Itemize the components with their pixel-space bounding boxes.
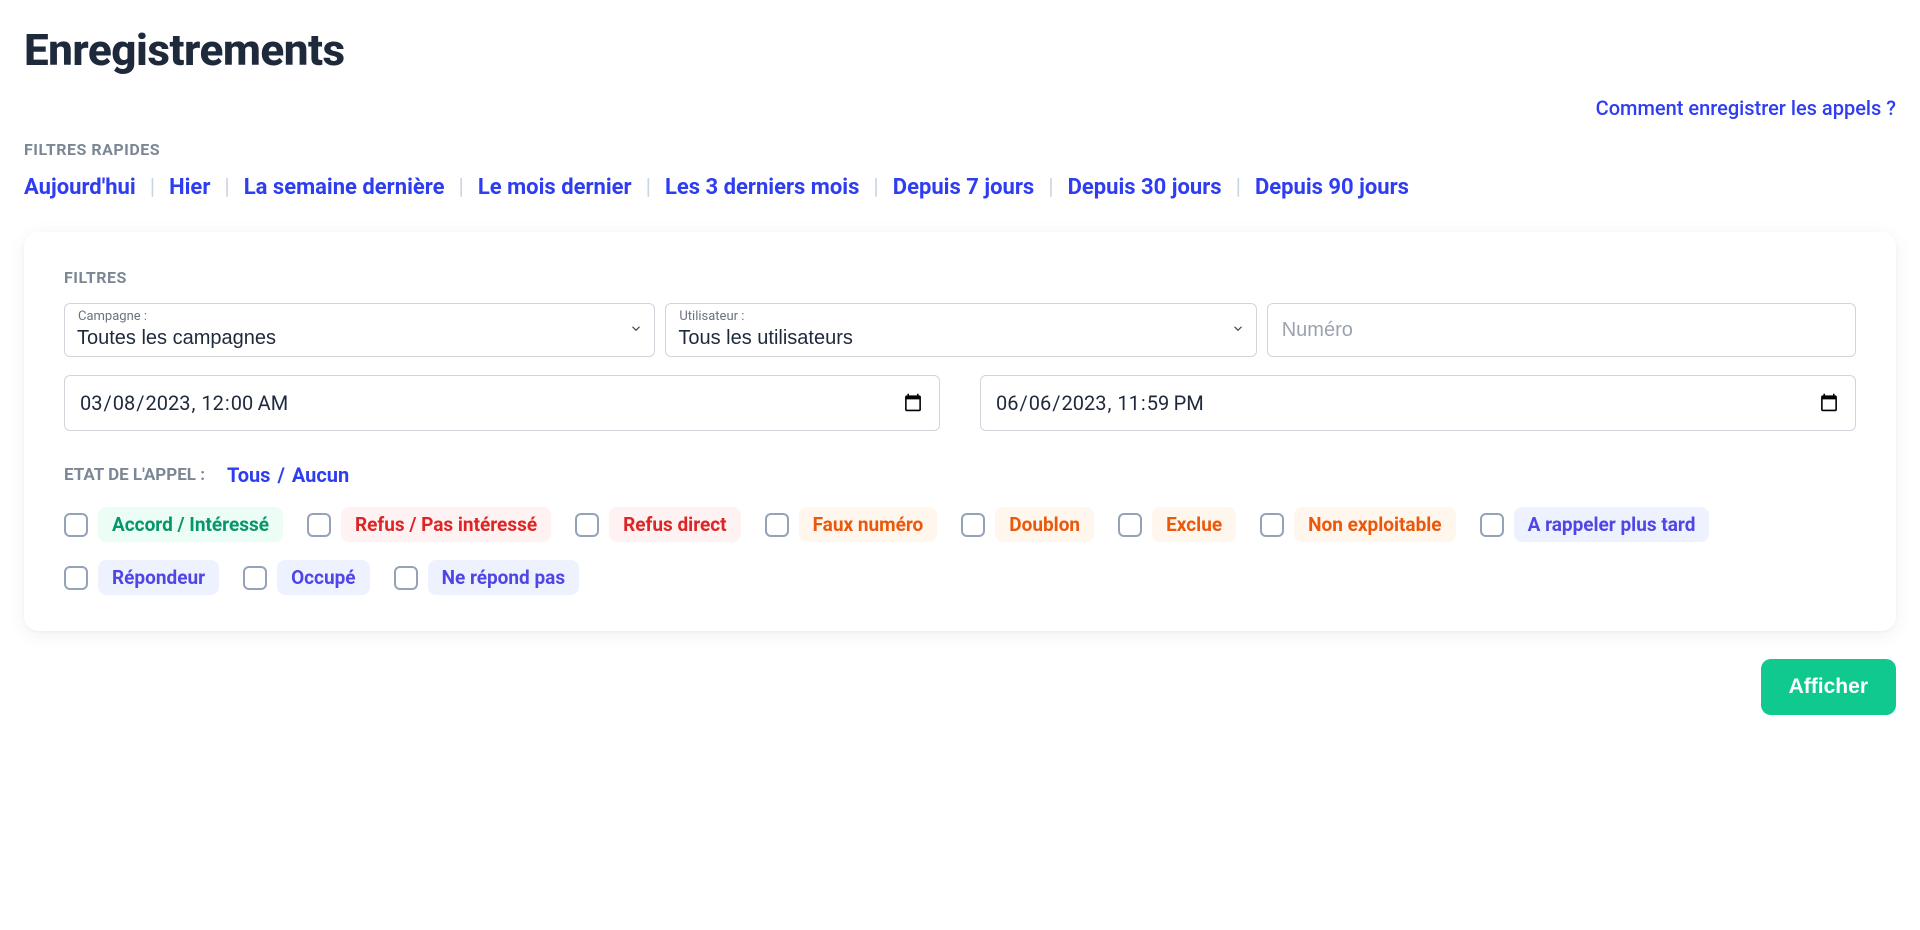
- state-checkbox[interactable]: [64, 566, 88, 590]
- campagne-select[interactable]: Toutes les campagnes: [64, 303, 655, 357]
- state-checkbox[interactable]: [1118, 513, 1142, 537]
- state-checkbox[interactable]: [1480, 513, 1504, 537]
- state-tag-label: Ne répond pas: [428, 560, 580, 595]
- state-tag-group: Répondeur: [64, 560, 219, 595]
- state-select-all[interactable]: Tous: [227, 463, 270, 487]
- quick-filters-label: FILTRES RAPIDES: [24, 140, 1896, 159]
- filters-card: FILTRES Campagne : Toutes les campagnes …: [24, 232, 1896, 631]
- numero-input[interactable]: [1267, 303, 1856, 357]
- state-tag-label: Doublon: [995, 507, 1094, 542]
- quick-filter-today[interactable]: Aujourd'hui: [24, 175, 136, 200]
- state-checkbox[interactable]: [243, 566, 267, 590]
- state-tag-label: Exclue: [1152, 507, 1236, 542]
- state-tag-group: A rappeler plus tard: [1480, 507, 1710, 542]
- state-tag-group: Occupé: [243, 560, 370, 595]
- state-tag-group: Refus direct: [575, 507, 740, 542]
- separator: |: [646, 175, 651, 200]
- quick-filter-yesterday[interactable]: Hier: [169, 175, 210, 200]
- separator: |: [150, 175, 155, 200]
- state-select-none[interactable]: Aucun: [292, 463, 349, 487]
- state-tag-label: Faux numéro: [799, 507, 938, 542]
- help-link[interactable]: Comment enregistrer les appels ?: [1596, 96, 1896, 120]
- state-tag-label: Non exploitable: [1294, 507, 1455, 542]
- state-tag-group: Faux numéro: [765, 507, 938, 542]
- state-tag-group: Doublon: [961, 507, 1094, 542]
- state-tag-label: Répondeur: [98, 560, 219, 595]
- state-tag-label: Occupé: [277, 560, 370, 595]
- date-from-input[interactable]: [64, 375, 940, 431]
- state-tag-label: Refus direct: [609, 507, 740, 542]
- separator: /: [277, 463, 284, 487]
- date-to-input[interactable]: [980, 375, 1856, 431]
- state-tag-group: Non exploitable: [1260, 507, 1455, 542]
- quick-filter-90-days[interactable]: Depuis 90 jours: [1255, 175, 1409, 200]
- state-checkbox[interactable]: [765, 513, 789, 537]
- state-tag-group: Accord / Intéressé: [64, 507, 283, 542]
- quick-filters: Aujourd'hui | Hier | La semaine dernière…: [24, 175, 1896, 200]
- separator: |: [224, 175, 229, 200]
- state-checkbox[interactable]: [1260, 513, 1284, 537]
- state-tag-group: Exclue: [1118, 507, 1236, 542]
- separator: |: [1236, 175, 1241, 200]
- state-tag-group: Ne répond pas: [394, 560, 580, 595]
- afficher-button[interactable]: Afficher: [1761, 659, 1896, 715]
- page-title: Enregistrements: [24, 24, 1896, 76]
- state-checkbox[interactable]: [394, 566, 418, 590]
- state-tag-label: Refus / Pas intéressé: [341, 507, 551, 542]
- separator: |: [459, 175, 464, 200]
- quick-filter-last-month[interactable]: Le mois dernier: [478, 175, 632, 200]
- quick-filter-last-3-months[interactable]: Les 3 derniers mois: [665, 175, 859, 200]
- call-state-label: ETAT DE L'APPEL :: [64, 465, 205, 485]
- filters-label: FILTRES: [64, 268, 1856, 287]
- state-tag-label: Accord / Intéressé: [98, 507, 283, 542]
- quick-filter-30-days[interactable]: Depuis 30 jours: [1068, 175, 1222, 200]
- state-checkbox[interactable]: [575, 513, 599, 537]
- state-tags: Accord / Intéressé Refus / Pas intéressé R…: [64, 507, 1856, 595]
- utilisateur-select[interactable]: Tous les utilisateurs: [665, 303, 1256, 357]
- quick-filter-last-week[interactable]: La semaine dernière: [244, 175, 445, 200]
- separator: |: [873, 175, 878, 200]
- state-checkbox[interactable]: [307, 513, 331, 537]
- quick-filter-7-days[interactable]: Depuis 7 jours: [893, 175, 1034, 200]
- state-tag-label: A rappeler plus tard: [1514, 507, 1710, 542]
- state-checkbox[interactable]: [64, 513, 88, 537]
- separator: |: [1048, 175, 1053, 200]
- state-checkbox[interactable]: [961, 513, 985, 537]
- state-tag-group: Refus / Pas intéressé: [307, 507, 551, 542]
